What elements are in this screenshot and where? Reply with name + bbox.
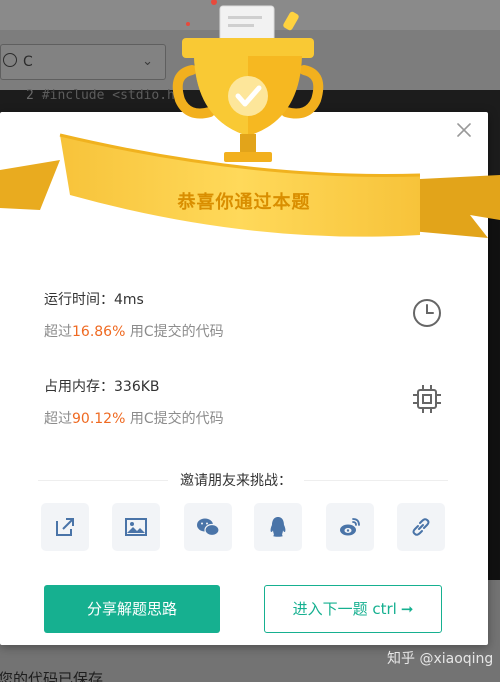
code-line: 2 #include <stdio.h> bbox=[26, 88, 183, 103]
share-link-button[interactable] bbox=[397, 503, 445, 551]
editor-scrollbar[interactable] bbox=[488, 200, 500, 580]
share-image-button[interactable] bbox=[112, 503, 160, 551]
memory-label: 占用内存：336KB bbox=[44, 379, 160, 395]
language-select[interactable]: C ⌄ bbox=[0, 44, 166, 80]
memory-beat-text: 超过90.12% 用C提交的代码 bbox=[44, 408, 224, 428]
clock-icon bbox=[413, 299, 441, 327]
code-text: #include <stdio.h> bbox=[41, 88, 183, 103]
share-link-icon bbox=[56, 518, 74, 536]
line-number: 2 bbox=[26, 88, 34, 103]
share-weibo-button[interactable] bbox=[326, 503, 374, 551]
trophy-icon bbox=[172, 0, 324, 162]
next-problem-label: 进入下一题 ctrl bbox=[292, 600, 397, 618]
image-icon bbox=[125, 518, 147, 536]
share-external-button[interactable] bbox=[41, 503, 89, 551]
runtime-beat-prefix: 超过 bbox=[44, 324, 72, 340]
watermark: 知乎 @xiaoqing bbox=[387, 651, 494, 667]
next-problem-button[interactable]: 进入下一题 ctrl ➞ bbox=[264, 585, 442, 633]
share-wechat-button[interactable] bbox=[184, 503, 232, 551]
arrow-right-icon: ➞ bbox=[400, 600, 414, 618]
chip-icon bbox=[413, 385, 441, 413]
chevron-down-icon: ⌄ bbox=[142, 54, 153, 69]
qq-icon bbox=[270, 517, 286, 537]
save-status-text: 您的代码已保存 bbox=[0, 670, 104, 682]
close-icon[interactable] bbox=[454, 120, 474, 140]
memory-beat-prefix: 超过 bbox=[44, 411, 72, 427]
language-value: C bbox=[23, 54, 33, 70]
weibo-icon bbox=[340, 518, 360, 536]
wechat-icon bbox=[197, 518, 220, 537]
runtime-beat-text: 超过16.86% 用C提交的代码 bbox=[44, 321, 224, 341]
memory-beat-suffix: 用C提交的代码 bbox=[129, 411, 224, 427]
link-icon bbox=[412, 518, 430, 536]
memory-beat-percent: 90.12% bbox=[72, 411, 126, 427]
runtime-beat-percent: 16.86% bbox=[72, 324, 126, 340]
share-qq-button[interactable] bbox=[254, 503, 302, 551]
share-solution-button[interactable]: 分享解题思路 bbox=[44, 585, 220, 633]
dialog-title: 恭喜你通过本题 bbox=[177, 192, 311, 213]
runtime-label: 运行时间：4ms bbox=[44, 292, 144, 308]
runtime-beat-suffix: 用C提交的代码 bbox=[129, 324, 224, 340]
invite-label: 邀请朋友来挑战： bbox=[168, 470, 304, 490]
language-icon bbox=[3, 53, 17, 67]
